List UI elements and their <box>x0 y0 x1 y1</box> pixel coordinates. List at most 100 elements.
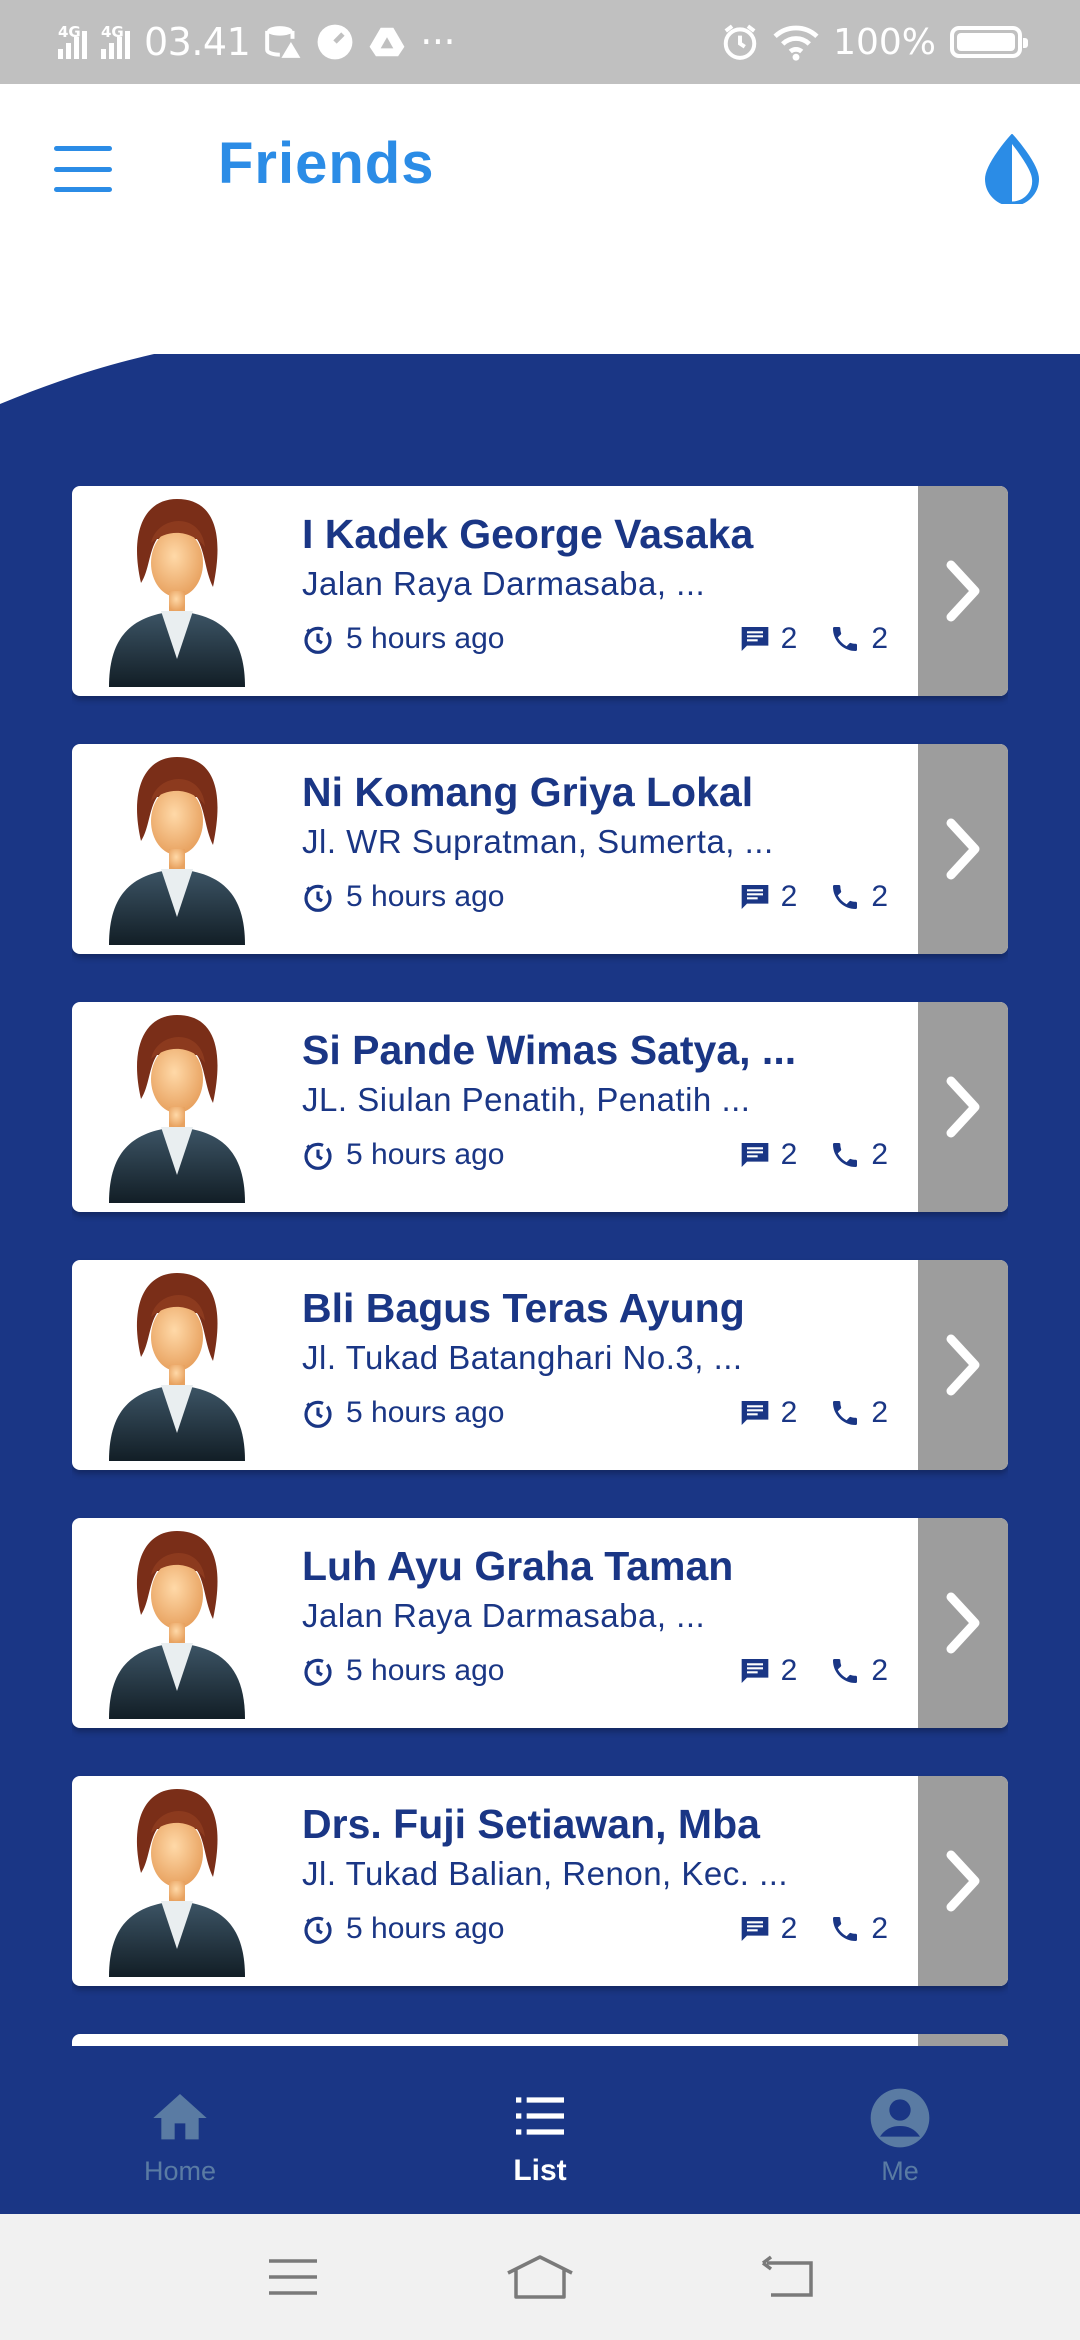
chevron-right-icon <box>946 1076 980 1138</box>
call-count: 2 <box>829 1138 888 1172</box>
message-count-text: 2 <box>780 1654 798 1687</box>
friend-info: I Kadek George Vasaka Jalan Raya Darmasa… <box>282 486 918 696</box>
timer-icon <box>304 1400 332 1428</box>
friend-address: Jl. WR Supratman, Sumerta, ... <box>302 823 774 860</box>
message-count-text: 2 <box>780 1396 798 1429</box>
chevron-right-icon <box>946 560 980 622</box>
message-icon <box>741 1917 768 1941</box>
businesswoman-avatar-icon <box>109 499 245 687</box>
businesswoman-avatar-icon <box>109 1531 245 1719</box>
recents-button[interactable] <box>253 2247 333 2307</box>
page-title: Friends <box>218 131 435 196</box>
friend-name: Bli Bagus Teras Ayung <box>302 1285 745 1331</box>
back-button[interactable] <box>747 2247 827 2307</box>
friend-address: JL. Siulan Penatih, Penatih ... <box>302 1081 751 1118</box>
friend-card-3[interactable]: Si Pande Wimas Satya, ... JL. Siulan Pen… <box>72 1002 1008 1212</box>
call-count-text: 2 <box>871 1396 888 1429</box>
friend-address: Jl. Tukad Batanghari No.3, ... <box>302 1339 743 1376</box>
open-friend-button[interactable] <box>918 1518 1008 1728</box>
system-navigation <box>0 2214 1080 2340</box>
more-notifications-icon: ··· <box>420 20 456 64</box>
call-count: 2 <box>829 1396 888 1430</box>
phone-icon <box>833 885 858 909</box>
message-count: 2 <box>739 1138 798 1172</box>
message-icon <box>741 1143 768 1167</box>
chevron-right-icon <box>946 1592 980 1654</box>
friend-info: Si Pande Wimas Satya, ... JL. Siulan Pen… <box>282 1002 918 1212</box>
back-icon <box>761 2255 813 2297</box>
call-count: 2 <box>829 880 888 914</box>
friend-address: Jalan Raya Darmasaba, ... <box>302 1597 706 1634</box>
open-friend-button[interactable] <box>918 744 1008 954</box>
message-count-text: 2 <box>780 1138 798 1171</box>
phone-icon <box>833 627 858 651</box>
friend-card-2[interactable]: Ni Komang Griya Lokal Jl. WR Supratman, … <box>72 744 1008 954</box>
water-drop-icon[interactable] <box>982 134 1042 204</box>
friend-card-4[interactable]: Bli Bagus Teras Ayung Jl. Tukad Batangha… <box>72 1260 1008 1470</box>
signal-icon-2: 4G <box>101 23 130 59</box>
last-seen-text: 5 hours ago <box>346 1138 505 1171</box>
call-count: 2 <box>829 1654 888 1688</box>
nav-home[interactable]: Home <box>0 2046 360 2214</box>
hamburger-menu-icon[interactable] <box>54 146 112 192</box>
friend-info <box>282 2034 918 2046</box>
friend-card-6[interactable]: Drs. Fuji Setiawan, Mba Jl. Tukad Balian… <box>72 1776 1008 1986</box>
friends-list[interactable]: I Kadek George Vasaka Jalan Raya Darmasa… <box>72 486 1008 2046</box>
chevron-right-icon <box>946 1850 980 1912</box>
open-friend-button[interactable] <box>918 2034 1008 2046</box>
friend-name: Si Pande Wimas Satya, ... <box>302 1027 797 1073</box>
friend-address: Jalan Raya Darmasaba, ... <box>302 565 706 602</box>
nav-me[interactable]: Me <box>720 2046 1080 2214</box>
status-right: 100% <box>721 22 1028 63</box>
battery-icon <box>950 26 1028 58</box>
businesswoman-avatar-icon <box>97 2039 257 2046</box>
friend-card-5[interactable]: Luh Ayu Graha Taman Jalan Raya Darmasaba… <box>72 1518 1008 1728</box>
bottom-navigation: Home List Me <box>0 2046 1080 2214</box>
friend-meta: 5 hours ago 2 2 <box>302 1654 888 1688</box>
last-seen: 5 hours ago <box>302 1396 707 1430</box>
message-count-text: 2 <box>780 622 798 655</box>
call-count-text: 2 <box>871 622 888 655</box>
drive-icon <box>369 27 405 57</box>
call-count: 2 <box>829 622 888 656</box>
last-seen: 5 hours ago <box>302 1912 707 1946</box>
last-seen-text: 5 hours ago <box>346 880 505 913</box>
businesswoman-avatar-icon <box>109 757 245 945</box>
timer-icon <box>304 884 332 912</box>
signal-icon-1: 4G <box>58 23 87 59</box>
nav-list-label: List <box>513 2154 567 2187</box>
home-system-button[interactable] <box>500 2247 580 2307</box>
message-count-text: 2 <box>780 880 798 913</box>
open-friend-button[interactable] <box>918 1260 1008 1470</box>
last-seen-text: 5 hours ago <box>346 622 505 655</box>
businesswoman-avatar-icon <box>109 1015 245 1203</box>
friend-card-7[interactable] <box>72 2034 1008 2046</box>
account-circle-icon <box>870 2088 930 2147</box>
open-friend-button[interactable] <box>918 486 1008 696</box>
friend-address: Jl. Tukad Balian, Renon, Kec. ... <box>302 1855 789 1892</box>
friend-name: Ni Komang Griya Lokal <box>302 769 754 815</box>
open-friend-button[interactable] <box>918 1776 1008 1986</box>
timer-icon <box>304 626 332 654</box>
last-seen: 5 hours ago <box>302 1138 707 1172</box>
timer-icon <box>304 1658 332 1686</box>
nav-home-label: Home <box>143 2155 217 2186</box>
friend-card-1[interactable]: I Kadek George Vasaka Jalan Raya Darmasa… <box>72 486 1008 696</box>
nav-me-label: Me <box>881 2155 919 2186</box>
message-count: 2 <box>739 1654 798 1688</box>
last-seen: 5 hours ago <box>302 1654 707 1688</box>
alarm-icon <box>723 24 757 60</box>
last-seen: 5 hours ago <box>302 880 707 914</box>
last-seen-text: 5 hours ago <box>346 1654 505 1687</box>
friend-meta: 5 hours ago 2 2 <box>302 1138 888 1172</box>
call-count-text: 2 <box>871 1138 888 1171</box>
message-count: 2 <box>739 1912 797 1946</box>
chevron-right-icon <box>946 818 980 880</box>
avatar <box>72 1776 282 1986</box>
avatar <box>72 744 282 954</box>
open-friend-button[interactable] <box>918 1002 1008 1212</box>
avatar <box>72 1260 282 1470</box>
phone-icon <box>833 1143 858 1167</box>
nav-list[interactable]: List <box>360 2046 720 2214</box>
home-icon <box>153 2093 207 2139</box>
